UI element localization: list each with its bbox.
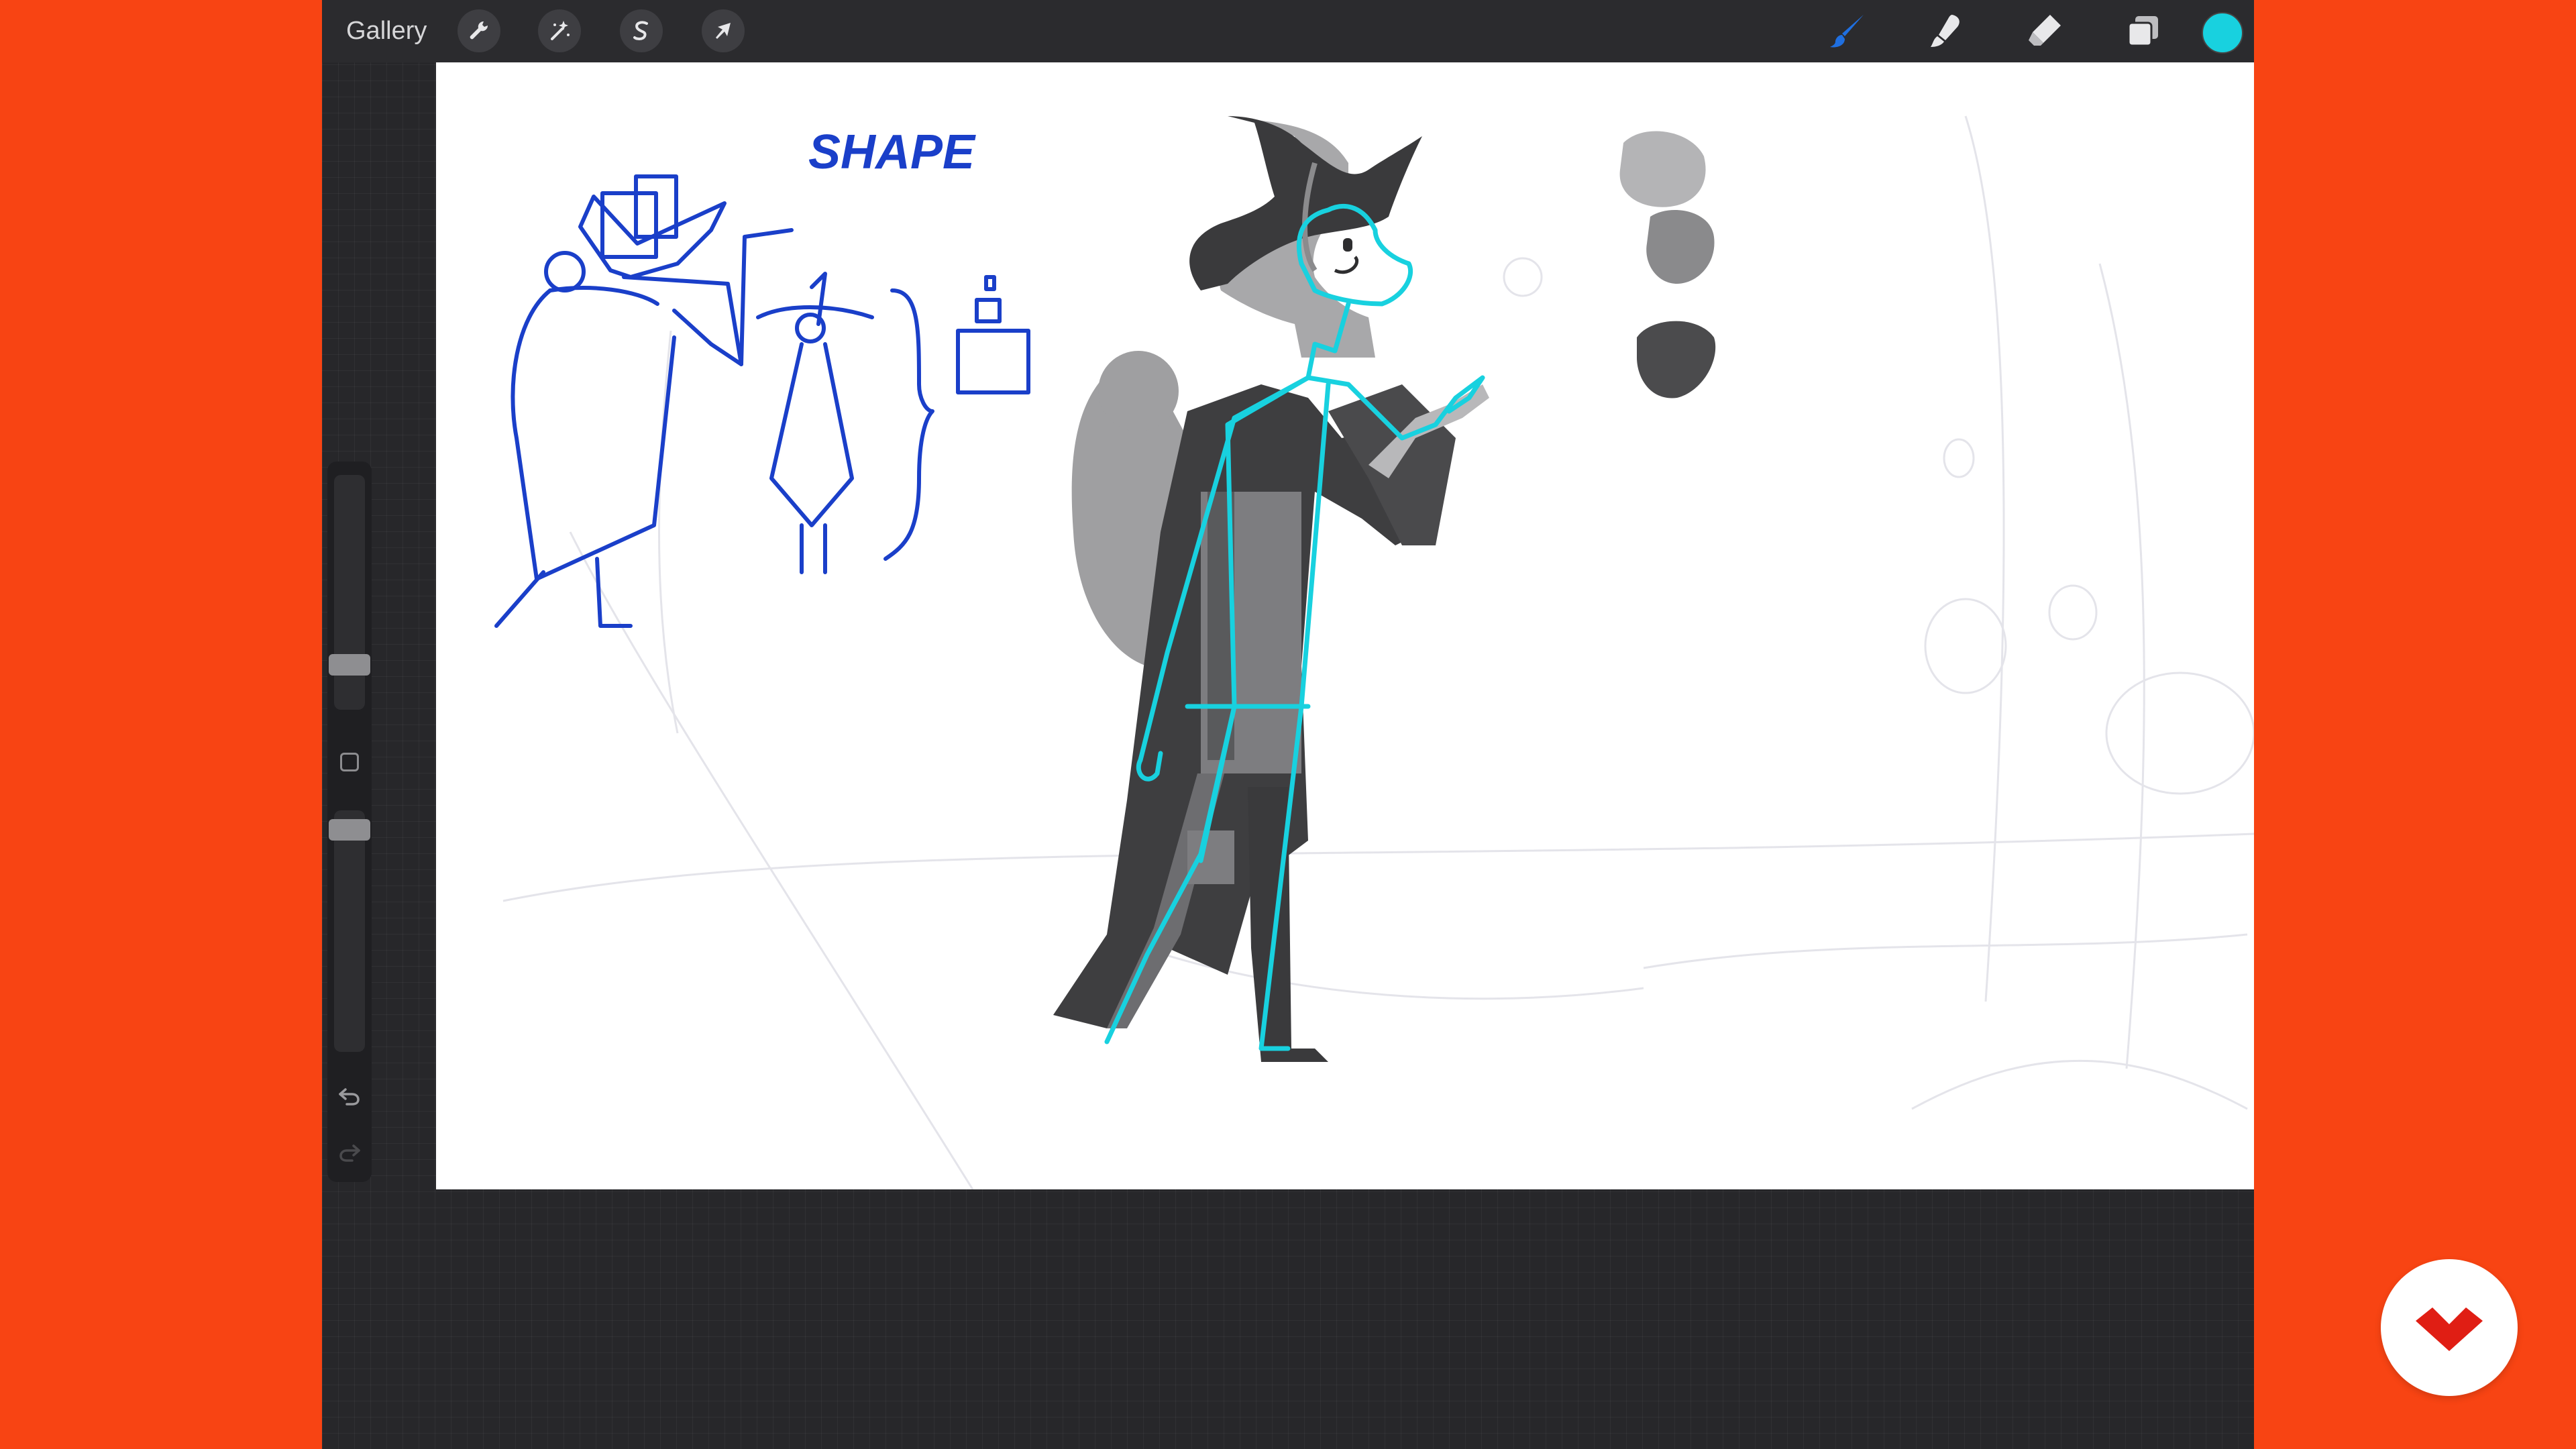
smudge-icon bbox=[1931, 15, 1960, 47]
opacity-thumb[interactable] bbox=[329, 819, 370, 841]
procreate-app: Gallery SHAPE bbox=[322, 0, 2254, 1449]
brush-button[interactable] bbox=[1825, 8, 1870, 54]
layers-button[interactable] bbox=[2121, 8, 2166, 54]
drawing-canvas[interactable]: SHAPE bbox=[436, 62, 2254, 1189]
brush-size-slider[interactable] bbox=[329, 475, 370, 710]
transform-button[interactable] bbox=[702, 9, 745, 52]
arrow-cursor-icon bbox=[716, 23, 731, 39]
eraser-icon bbox=[2029, 15, 2061, 46]
mid-value-swatch bbox=[1646, 210, 1715, 284]
light-value-swatch bbox=[1619, 131, 1706, 207]
witch-character bbox=[1053, 116, 1489, 1062]
actions-button[interactable] bbox=[458, 9, 500, 52]
smudge-button[interactable] bbox=[1923, 8, 1968, 54]
wrench-icon bbox=[470, 21, 488, 40]
dark-value-swatch bbox=[1637, 321, 1716, 398]
brush-size-thumb[interactable] bbox=[329, 654, 370, 676]
background-sketch-lines bbox=[502, 115, 2254, 1189]
brand-logo-icon bbox=[2416, 1307, 2483, 1351]
modify-button[interactable] bbox=[340, 753, 359, 771]
blue-shape-sketch bbox=[494, 174, 1030, 628]
gallery-button[interactable]: Gallery bbox=[346, 0, 427, 62]
sketch-label: SHAPE bbox=[808, 125, 976, 179]
selection-s-icon bbox=[633, 21, 648, 40]
artwork: SHAPE bbox=[494, 115, 2254, 1189]
selection-button[interactable] bbox=[620, 9, 663, 52]
value-swatches bbox=[1619, 131, 1716, 398]
color-picker-swatch[interactable] bbox=[2202, 12, 2243, 54]
left-sidebar bbox=[327, 462, 372, 1182]
magic-wand-icon bbox=[551, 21, 570, 40]
top-toolbar: Gallery bbox=[322, 0, 2254, 62]
brush-icon bbox=[1830, 15, 1864, 48]
adjustments-button[interactable] bbox=[538, 9, 581, 52]
undo-icon[interactable] bbox=[336, 1083, 363, 1110]
eraser-button[interactable] bbox=[2022, 8, 2068, 54]
layers-icon bbox=[2127, 16, 2158, 47]
brand-logo bbox=[2381, 1259, 2518, 1396]
redo-icon[interactable] bbox=[336, 1139, 363, 1166]
opacity-slider[interactable] bbox=[329, 810, 370, 1052]
